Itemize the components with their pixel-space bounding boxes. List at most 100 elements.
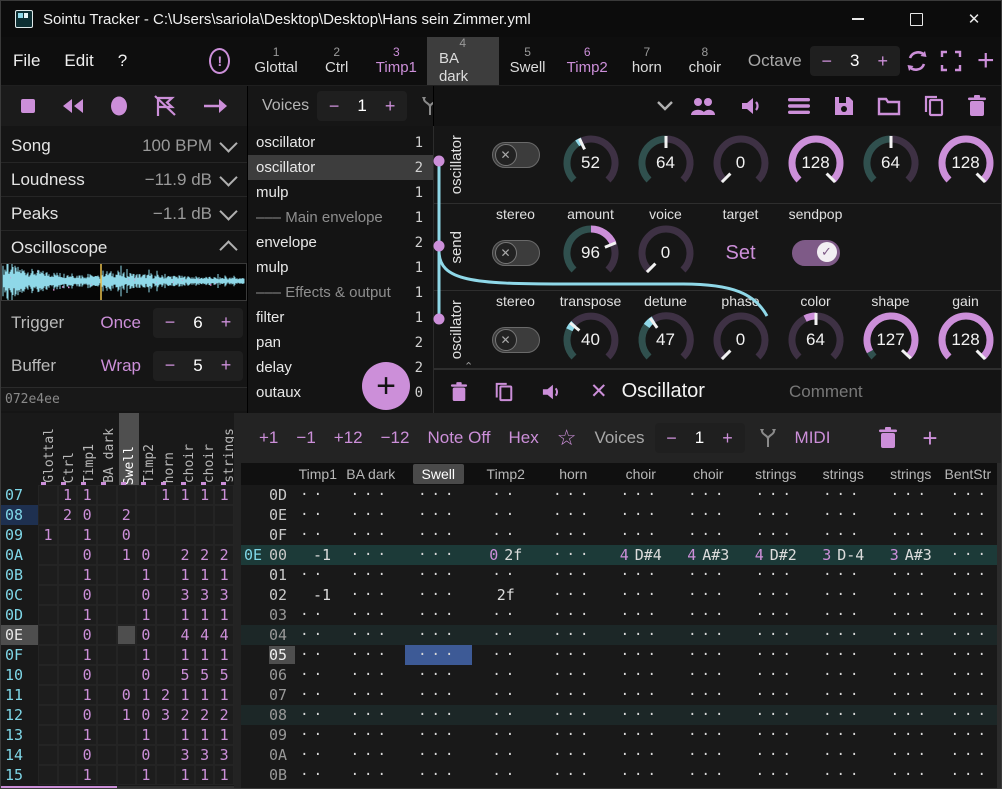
order-cell[interactable]: 1	[117, 545, 137, 565]
menu-item-edit[interactable]: Edit	[52, 37, 105, 85]
pattern-cell[interactable]: 4D#2	[742, 545, 810, 565]
pattern-cell[interactable]: ···	[945, 745, 998, 765]
order-cell[interactable]	[58, 725, 78, 745]
order-cell[interactable]	[117, 485, 137, 505]
play-button[interactable]	[201, 96, 229, 116]
pattern-cell[interactable]: ···	[810, 745, 878, 765]
unit-list-item-oscillator[interactable]: oscillator1	[248, 130, 433, 155]
order-cell[interactable]: 5	[175, 665, 195, 685]
maximize-button[interactable]	[887, 1, 945, 37]
pattern-tool-note-off[interactable]: Note Off	[427, 428, 490, 448]
order-cell[interactable]: 2	[195, 545, 215, 565]
menu-lines-icon[interactable]	[787, 97, 811, 115]
order-cell[interactable]	[136, 485, 156, 505]
pattern-cell[interactable]: ··	[297, 685, 337, 705]
pattern-cell[interactable]: ···	[405, 605, 473, 625]
pattern-cell[interactable]: ···	[810, 665, 878, 685]
pattern-cell[interactable]: ···	[337, 745, 405, 765]
pattern-cell[interactable]: ···	[540, 665, 608, 685]
pattern-cell[interactable]: ···	[810, 725, 878, 745]
pattern-cell[interactable]: ···	[607, 725, 675, 745]
order-cell[interactable]	[58, 665, 78, 685]
pattern-cell[interactable]: ···	[877, 725, 945, 745]
pattern-cell[interactable]: ···	[675, 785, 743, 789]
order-cell[interactable]: 4	[175, 625, 195, 645]
order-cell[interactable]	[156, 765, 176, 785]
track-header-strings[interactable]: strings	[742, 463, 810, 485]
order-row-number[interactable]: 10	[1, 665, 38, 685]
pattern-cell[interactable]: ···	[810, 645, 878, 665]
unit-list-item-mulp[interactable]: mulp1	[248, 255, 433, 280]
pattern-cell[interactable]: ···	[607, 685, 675, 705]
toggle-sendpop[interactable]: ✓	[792, 240, 840, 266]
order-cell[interactable]	[117, 725, 137, 745]
track-header-choir[interactable]: choir	[607, 463, 675, 485]
order-cell[interactable]	[58, 545, 78, 565]
pattern-cell[interactable]: ···	[540, 625, 608, 645]
fullscreen-icon[interactable]	[934, 37, 968, 85]
order-cell[interactable]: 1	[175, 725, 195, 745]
pattern-cell[interactable]: ··	[472, 625, 540, 645]
pattern-cell[interactable]: ··	[297, 645, 337, 665]
pattern-cell[interactable]: ···	[540, 745, 608, 765]
order-cell[interactable]	[117, 745, 137, 765]
pattern-cell[interactable]: ···	[810, 525, 878, 545]
order-cell[interactable]: 4	[195, 625, 215, 645]
knob-param[interactable]: 64	[862, 134, 920, 192]
track-header-bentstr[interactable]: BentStr	[945, 463, 998, 485]
octave-plus-button[interactable]: +	[870, 51, 896, 72]
order-cell[interactable]: 1	[195, 485, 215, 505]
order-cell[interactable]	[58, 605, 78, 625]
pattern-cell[interactable]: ···	[742, 605, 810, 625]
order-cell[interactable]: 1	[175, 765, 195, 785]
pattern-cell[interactable]: ···	[675, 605, 743, 625]
pattern-cell[interactable]: ··	[297, 765, 337, 785]
sidebar-row-peaks[interactable]: Peaks−1.1 dB	[1, 197, 247, 231]
order-cell[interactable]	[97, 485, 117, 505]
order-cell[interactable]	[156, 505, 176, 525]
minimize-button[interactable]	[829, 1, 887, 37]
order-cell[interactable]: 0	[136, 545, 156, 565]
unit-list-item-pan[interactable]: pan2	[248, 330, 433, 355]
order-cell[interactable]: 0	[136, 705, 156, 725]
order-cell[interactable]: 2	[214, 705, 234, 725]
pattern-cell[interactable]: ···	[742, 625, 810, 645]
pattern-cell[interactable]: ···	[742, 705, 810, 725]
order-col-header-swell[interactable]: Swell	[119, 413, 139, 485]
pattern-cell[interactable]: 4A#3	[675, 545, 743, 565]
pattern-cell[interactable]: ···	[945, 605, 998, 625]
order-cell[interactable]	[38, 625, 58, 645]
order-cell[interactable]: 1	[38, 525, 58, 545]
order-cell[interactable]	[117, 625, 137, 645]
pattern-cell[interactable]: ···	[742, 525, 810, 545]
pattern-cell[interactable]: ···	[945, 765, 998, 785]
pattern-cell[interactable]: ···	[877, 785, 945, 789]
order-cell[interactable]: 4	[214, 625, 234, 645]
order-cell[interactable]: 1	[214, 605, 234, 625]
pattern-cell[interactable]: ···	[742, 765, 810, 785]
delete-unit-icon[interactable]	[450, 381, 468, 403]
pattern-cell[interactable]: ··	[472, 645, 540, 665]
pattern-cell[interactable]: ···	[607, 525, 675, 545]
close-button[interactable]: ✕	[945, 1, 1002, 37]
pattern-delete-icon[interactable]	[878, 426, 898, 450]
pattern-cell[interactable]: ···	[405, 745, 473, 765]
pattern-cell[interactable]: ···	[877, 705, 945, 725]
order-cell[interactable]: 3	[156, 705, 176, 725]
pattern-cell[interactable]: ···	[405, 545, 473, 565]
pattern-cell[interactable]: ···	[877, 505, 945, 525]
copy-unit-icon[interactable]	[494, 381, 514, 403]
pattern-cell[interactable]: ···	[877, 565, 945, 585]
order-cell[interactable]	[38, 485, 58, 505]
pattern-cell[interactable]: ··	[472, 605, 540, 625]
knob-amount[interactable]: 96	[562, 224, 620, 282]
order-cell[interactable]	[97, 505, 117, 525]
pattern-cell[interactable]: ···	[405, 785, 473, 789]
chevron-down-icon[interactable]	[656, 100, 674, 112]
menu-item-file[interactable]: File	[1, 37, 52, 85]
order-cell[interactable]	[58, 525, 78, 545]
pattern-cell[interactable]: ···	[337, 565, 405, 585]
pattern-cell[interactable]: ···	[945, 665, 998, 685]
order-cell[interactable]: 1	[175, 645, 195, 665]
order-cell[interactable]: 2	[156, 685, 176, 705]
